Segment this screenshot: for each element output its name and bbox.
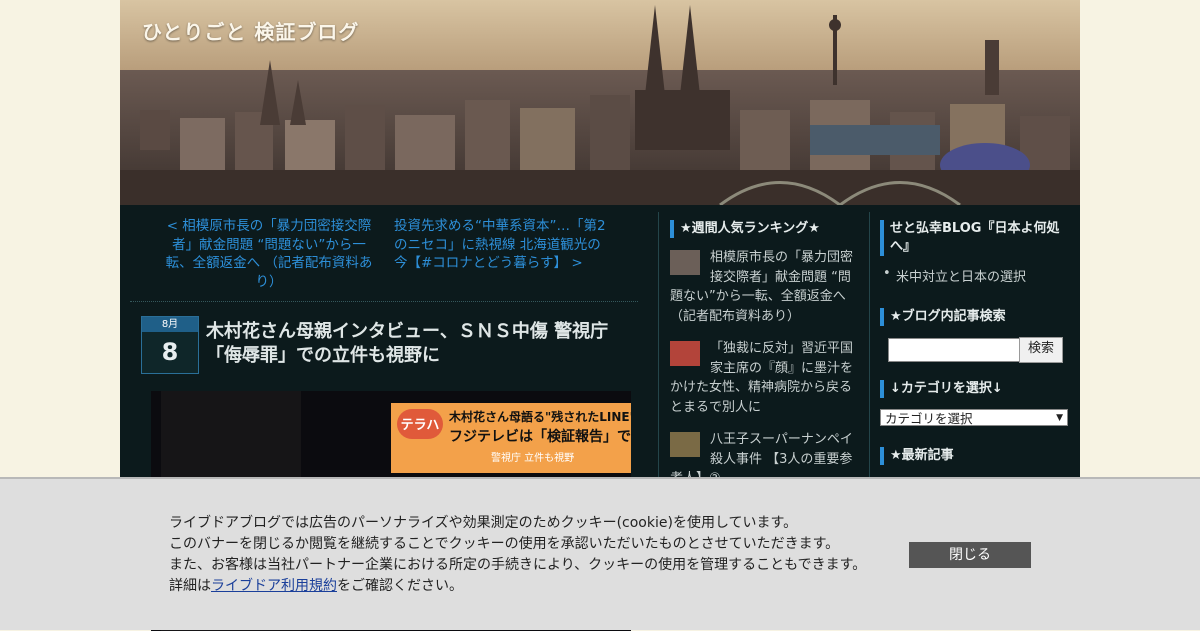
cookie-banner: ライブドアブログでは広告のパーソナライズや効果測定のためクッキー(cookie)… [0,477,1200,630]
post-date-month: 8月 [142,317,198,332]
site-title[interactable]: ひとりごと 検証ブログ [142,16,359,45]
category-select[interactable]: カテゴリを選択 ▼ [880,409,1068,426]
search-input[interactable] [888,338,1021,362]
cookie-message: ライブドアブログでは広告のパーソナライズや効果測定のためクッキー(cookie)… [169,513,889,597]
category-widget-title: ↓カテゴリを選択↓ [880,380,1003,398]
blog-widget-link[interactable]: 米中対立と日本の選択 [896,266,1026,285]
thumb-line2: フジテレビは「検証報告」で… [449,428,631,445]
post-title[interactable]: 木村花さん母親インタビュー、ＳＮＳ中傷 警視庁「侮辱罪」での立件も視野に [206,320,636,368]
thumb-channel: テラハ [401,418,440,433]
blog-link-bullet: • [883,266,891,281]
poster-photo-icon [670,341,700,366]
blog-widget-title: せと弘幸BLOG『日本よ何処へ』 [880,220,1066,256]
cookie-line-2: このバナーを閉じるか閲覧を継続することでクッキーの使用を承認いただいたものとさせ… [169,536,840,552]
thumb-line1: 木村花さん母語る"残されたLINE" [448,409,631,424]
cookie-line-4-suffix: をご確認ください。 [337,578,463,594]
next-post-link[interactable]: 投資先求める“中華系資本”…「第2のニセコ」に熱視線 北海道観光の今【#コロナと… [394,217,612,273]
person-photo-icon [670,250,700,275]
category-select-value: カテゴリを選択 [885,411,973,426]
cookie-line-3: また、お客様は当社パートナー企業における所定の手続きにより、クッキーの使用を管理… [169,557,867,573]
terms-link[interactable]: ライブドア利用規約 [211,578,337,594]
close-banner-button[interactable]: 閉じる [909,542,1031,568]
search-button[interactable]: 検索 [1019,337,1063,363]
post-navigation: < 相模原市長の「暴力団密接交際者」献金問題 “問題ない”から一転、全額返金へ … [130,215,638,302]
blog-header: ひとりごと 検証ブログ [120,0,1080,205]
ranking-item[interactable]: 「独裁に反対」習近平国家主席の『顔』に墨汁をかけた女性、精神病院から戻るとまるで… [670,339,859,417]
post-date-day: 8 [142,332,198,373]
post-date-badge: 8月 8 [141,316,199,374]
store-photo-icon [670,432,700,457]
prev-post-link[interactable]: < 相模原市長の「暴力団密接交際者」献金問題 “問題ない”から一転、全額返金へ … [160,217,378,291]
thumb-line3: 警視庁 立件も視野 [491,451,574,464]
cookie-line-1: ライブドアブログでは広告のパーソナライズや効果測定のためクッキー(cookie)… [169,515,798,531]
ranking-item[interactable]: 相模原市長の「暴力団密接交際者」献金問題 “問題ない”から一転、全額返金へ （記… [670,248,859,326]
cookie-line-4-prefix: 詳細は [169,578,211,594]
ranking-title: ★週間人気ランキング★ [670,220,820,238]
search-widget-title: ★ブログ内記事検索 [880,308,1006,326]
dropdown-arrow-icon: ▼ [1056,413,1063,423]
recent-widget-title: ★最新記事 [880,447,954,465]
